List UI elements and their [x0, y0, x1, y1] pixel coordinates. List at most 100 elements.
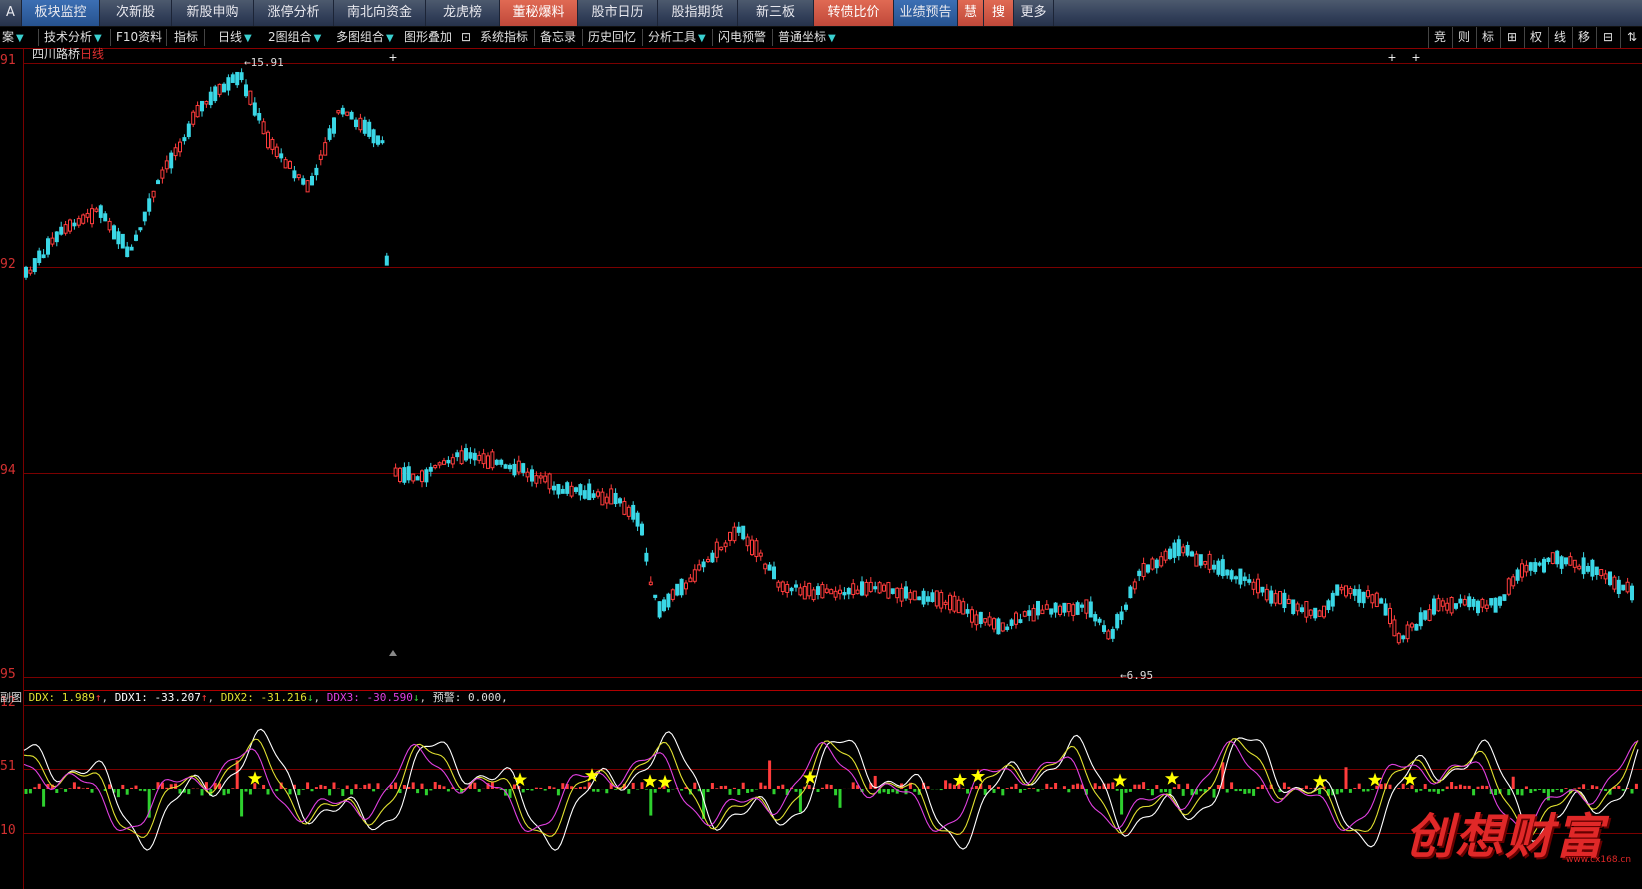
ddx-bar	[1106, 783, 1110, 789]
candlestick	[1115, 614, 1120, 629]
ddx1-line	[23, 728, 1639, 851]
tool-two-chart-combo[interactable]: 2图组合 ▼	[268, 27, 321, 48]
nav-item-market-calendar[interactable]: 股市日历	[578, 0, 658, 26]
tool-normal-coordinate[interactable]: 普通坐标 ▼	[778, 27, 836, 48]
ddx-bar	[939, 789, 943, 791]
ddx-bar	[1621, 789, 1625, 791]
tool-memo[interactable]: 备忘录	[540, 27, 576, 48]
tool-flash-alert[interactable]: 闪电预警	[718, 27, 766, 48]
toolbar-right-xian[interactable]: 线	[1548, 27, 1571, 48]
ddx-bar	[1516, 789, 1520, 795]
ddx-bar	[1054, 782, 1058, 789]
nav-item-a[interactable]: A	[0, 0, 22, 26]
nav-item-search[interactable]: 搜	[984, 0, 1014, 26]
ddx-bar	[1309, 788, 1313, 789]
ddx-bar	[724, 785, 728, 789]
candlestick	[846, 587, 851, 595]
indicator-label[interactable]: 副图	[0, 691, 22, 704]
tool-daily-line[interactable]: 日线 ▼	[218, 27, 252, 48]
nav-item-convertible-bond[interactable]: 转债比价	[814, 0, 894, 26]
candlestick	[424, 469, 429, 483]
tool-indicator[interactable]: 指标	[174, 27, 198, 48]
nav-item-sector-monitor[interactable]: 板块监控	[22, 0, 100, 26]
tool-chart-overlay[interactable]: 图形叠加	[404, 27, 452, 48]
tool-multi-chart-combo[interactable]: 多图组合 ▼	[336, 27, 394, 48]
candlestick	[657, 601, 662, 618]
ddx-bar	[394, 782, 398, 789]
ddx-bar	[1335, 789, 1339, 795]
ddx-bar	[433, 782, 437, 789]
ddx-bar	[235, 760, 239, 789]
candlestick	[178, 141, 182, 153]
chart-area[interactable]: 91 92 94 95 12 51 10 + + + 四川路桥日线 ←15.91 ←…	[0, 47, 1642, 889]
grid-icon[interactable]: ⊞	[1500, 27, 1523, 48]
ddx-bar	[816, 789, 820, 792]
nav-item-ipo-subscription[interactable]: 新股申购	[172, 0, 254, 26]
ddx-bar	[1142, 782, 1146, 789]
nav-item-more[interactable]: 更多	[1014, 0, 1054, 26]
tool-system-indicator[interactable]: 系统指标	[480, 27, 528, 48]
window-icon[interactable]: ⊟	[1596, 27, 1619, 48]
ddx-bar	[341, 789, 345, 796]
ddx-bar	[226, 789, 230, 794]
candlestick	[354, 119, 358, 128]
candlestick	[296, 174, 301, 179]
signal-star-icon	[247, 771, 263, 785]
ddx-bar	[578, 786, 582, 789]
nav-item-hui[interactable]: 慧	[958, 0, 984, 26]
tool-f10-data[interactable]: F10资料	[116, 27, 162, 48]
nav-item-index-futures[interactable]: 股指期货	[658, 0, 738, 26]
ddx-bar	[376, 783, 380, 789]
ddx-bar	[1199, 789, 1203, 792]
toolbar-divider	[166, 29, 167, 46]
nav-item-secretary-news[interactable]: 董秘爆料	[500, 0, 578, 26]
tool-history-replay[interactable]: 历史回忆	[588, 27, 636, 48]
ddx-bar	[134, 785, 138, 789]
nav-item-new-third-board[interactable]: 新三板	[738, 0, 814, 26]
candlestick	[411, 473, 416, 482]
scroll-arrows-icon[interactable]: ⇅	[1620, 27, 1642, 48]
ddx-bar	[1128, 789, 1132, 792]
ddx-bar	[1362, 789, 1366, 792]
candlestick	[191, 111, 196, 125]
ddx3-label: DDX3:	[326, 691, 360, 704]
ddx-bar	[605, 789, 609, 794]
nav-item-limit-up-analysis[interactable]: 涨停分析	[254, 0, 334, 26]
candlestick	[37, 250, 42, 263]
toolbar-right-jing[interactable]: 竞	[1428, 27, 1451, 48]
candlestick	[851, 583, 856, 596]
toolbar-right-biao[interactable]: 标	[1476, 27, 1499, 48]
tool-analysis-tools[interactable]: 分析工具 ▼	[648, 27, 706, 48]
ddx-bar	[1018, 789, 1022, 793]
candlestick	[807, 582, 812, 597]
candlestick	[1568, 556, 1573, 566]
nav-item-northbound-funds[interactable]: 南北向资金	[334, 0, 426, 26]
candlestick	[472, 452, 477, 461]
toolbar-right-ze[interactable]: 则	[1452, 27, 1475, 48]
nav-item-earnings-forecast[interactable]: 业绩预告	[894, 0, 958, 26]
candlestick	[596, 491, 600, 497]
candlestick	[248, 90, 253, 105]
nav-item-dragon-tiger-list[interactable]: 龙虎榜	[426, 0, 500, 26]
candlestick	[1515, 569, 1520, 581]
candlestick	[1586, 566, 1590, 572]
lock-icon[interactable]: ⊡	[461, 27, 471, 48]
ddx-bar	[420, 783, 424, 789]
ddx-bar	[1445, 786, 1449, 789]
candlestick	[1590, 559, 1595, 577]
candlestick	[142, 211, 147, 222]
candlestick	[1022, 611, 1027, 617]
candlestick	[1564, 557, 1568, 565]
ddx-bar	[772, 789, 776, 795]
toolbar-right-quan[interactable]: 权	[1524, 27, 1547, 48]
candlestick	[1396, 633, 1401, 644]
tool-case[interactable]: 案 ▼	[2, 27, 24, 48]
toolbar-right-yi[interactable]: 移	[1572, 27, 1595, 48]
candlestick	[1128, 586, 1133, 599]
ddx-bar	[552, 787, 556, 789]
ddx-bar	[1093, 783, 1097, 789]
candlestick	[208, 91, 213, 106]
ddx-bar	[913, 789, 917, 792]
candlestick	[239, 72, 244, 81]
nav-item-subnew-stocks[interactable]: 次新股	[100, 0, 172, 26]
